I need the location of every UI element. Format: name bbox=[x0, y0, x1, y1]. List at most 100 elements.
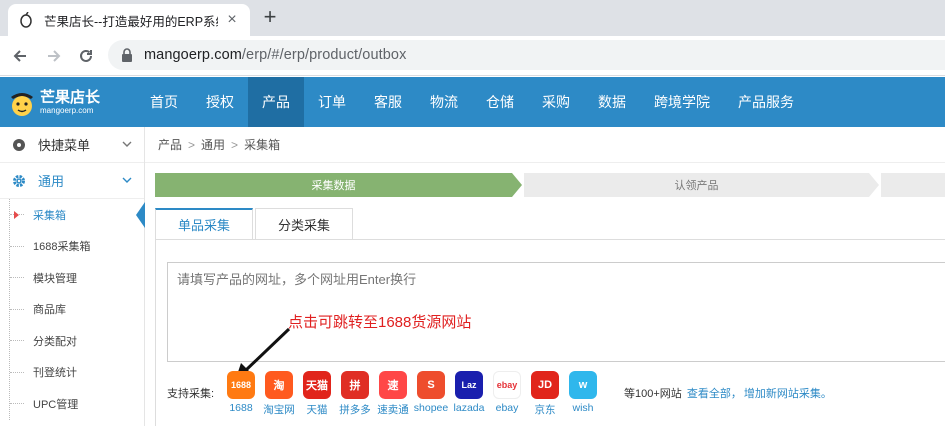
sidebar-item[interactable]: UPC管理 bbox=[0, 388, 144, 420]
淘宝网-logo-icon: 淘 bbox=[265, 371, 293, 399]
sidebar-item-label: 商品库 bbox=[33, 304, 66, 317]
mango-favicon-icon bbox=[18, 12, 34, 28]
source-site-wish[interactable]: w wish bbox=[564, 371, 602, 417]
source-site-京东[interactable]: JD 京东 bbox=[526, 371, 564, 417]
京东-logo-icon: JD bbox=[531, 371, 559, 399]
sidebar-item[interactable]: 商品库 bbox=[0, 294, 144, 326]
nav-item[interactable]: 采购 bbox=[528, 77, 584, 127]
source-site-淘宝网[interactable]: 淘淘宝网 bbox=[260, 371, 298, 417]
brand-domain: mangoerp.com bbox=[40, 105, 94, 115]
nav-item[interactable]: 物流 bbox=[416, 77, 472, 127]
wish-logo-icon: w bbox=[569, 371, 597, 399]
active-pointer-icon bbox=[136, 202, 145, 228]
forward-icon[interactable] bbox=[42, 44, 66, 68]
天猫-logo-icon: 天猫 bbox=[303, 371, 331, 399]
nav-item[interactable]: 仓储 bbox=[472, 77, 528, 127]
source-site-拼多多[interactable]: 拼拼多多 bbox=[336, 371, 374, 417]
disc-icon bbox=[13, 138, 25, 151]
source-site-速卖通[interactable]: 速速卖通 bbox=[374, 371, 412, 417]
add-new-site-link[interactable]: 增加新网站采集。 bbox=[744, 388, 832, 400]
sidebar-item[interactable]: 1688采集箱 bbox=[0, 231, 144, 263]
ebay-logo-icon: ebay bbox=[493, 371, 521, 399]
1688-logo-icon: 1688 bbox=[227, 371, 255, 399]
sidebar-group-quick-menu[interactable]: 快捷菜单 bbox=[0, 127, 144, 163]
reload-icon[interactable] bbox=[74, 44, 98, 68]
lazada-logo-icon: Laz bbox=[455, 371, 483, 399]
breadcrumb-separator: > bbox=[188, 137, 196, 152]
close-tab-icon[interactable]: × bbox=[224, 11, 240, 28]
app-header: 芒果店长 mangoerp.com 首页 授权 产品 订单 客服 物流 仓储 采购 数据 跨境学院产… bbox=[0, 77, 945, 127]
lock-icon bbox=[122, 48, 132, 62]
address-bar[interactable]: mangoerp.com/erp/#/erp/product/outbox bbox=[108, 40, 945, 70]
sidebar-item[interactable]: 模块管理 bbox=[0, 262, 144, 294]
step-collect-data: 采集数据 bbox=[155, 173, 512, 197]
sources-label: 支持采集: bbox=[167, 388, 215, 400]
progress-steps: 采集数据 认领产品 bbox=[155, 173, 945, 197]
gear-icon bbox=[13, 174, 25, 187]
source-site-ebay[interactable]: ebay ebay bbox=[488, 371, 526, 417]
sidebar: 快捷菜单 通用 采集箱 1688采集箱 模块管理商品库分类配对刊登统计 UPC管理 bbox=[0, 127, 145, 426]
tab-single-collect[interactable]: 单品采集 bbox=[155, 208, 254, 239]
mango-mascot-icon bbox=[11, 93, 33, 116]
browser-tab-title: 芒果店长--打造最好用的ERP系统 bbox=[44, 14, 218, 29]
breadcrumb-item[interactable]: 产品 bbox=[158, 136, 182, 153]
step-arrow bbox=[869, 173, 879, 197]
sidebar-group-general[interactable]: 通用 bbox=[0, 163, 144, 199]
step-next bbox=[881, 173, 945, 197]
tab-category-collect[interactable]: 分类采集 bbox=[255, 208, 354, 239]
back-icon[interactable] bbox=[8, 44, 32, 68]
sidebar-items: 采集箱 1688采集箱 模块管理商品库分类配对刊登统计 UPC管理 bbox=[0, 199, 145, 420]
browser-tabstrip: 芒果店长--打造最好用的ERP系统 × + bbox=[0, 0, 945, 36]
main-nav: 首页 授权 产品 订单 客服 物流 仓储 采购 数据 跨境学院 产品服务 bbox=[136, 77, 808, 127]
browser-tab[interactable]: 芒果店长--打造最好用的ERP系统 × bbox=[8, 4, 250, 36]
breadcrumb-item[interactable]: 通用 bbox=[201, 136, 225, 153]
brand-name: 芒果店长 bbox=[40, 88, 101, 106]
source-site-lazada[interactable]: Laz lazada bbox=[450, 371, 488, 417]
chevron-down-icon bbox=[122, 177, 132, 183]
new-tab-icon[interactable]: + bbox=[258, 4, 282, 29]
nav-item[interactable]: 跨境学院 bbox=[640, 77, 724, 127]
速卖通-logo-icon: 速 bbox=[379, 371, 407, 399]
source-site-label: 京东 bbox=[534, 404, 556, 416]
nav-item[interactable]: 首页 bbox=[136, 77, 192, 127]
sidebar-item-label: 采集箱 bbox=[33, 209, 66, 222]
sidebar-item-label: 分类配对 bbox=[33, 335, 77, 348]
breadcrumb: 产品 > 通用 > 采集箱 bbox=[145, 127, 945, 163]
main-content: 产品 > 通用 > 采集箱 采集数据 认领产品 单品采集 分类采集 点击可跳转至1688… bbox=[145, 127, 945, 426]
sources-count-text: 等100+网站 bbox=[624, 388, 682, 400]
sidebar-item[interactable]: 刊登统计 bbox=[0, 357, 144, 389]
breadcrumb-item[interactable]: 采集箱 bbox=[244, 136, 280, 153]
sidebar-group-label: 快捷菜单 bbox=[38, 138, 91, 153]
nav-item[interactable]: 数据 bbox=[584, 77, 640, 127]
nav-item[interactable]: 订单 bbox=[304, 77, 360, 127]
source-site-label: 淘宝网 bbox=[263, 404, 295, 416]
nav-item[interactable]: 产品 bbox=[248, 77, 304, 127]
拼多多-logo-icon: 拼 bbox=[341, 371, 369, 399]
source-site-1688[interactable]: 1688 1688 bbox=[222, 371, 260, 417]
nav-item[interactable]: 授权 bbox=[192, 77, 248, 127]
url-text: mangoerp.com/erp/#/erp/product/outbox bbox=[144, 47, 406, 63]
sidebar-item[interactable]: 采集箱 bbox=[0, 199, 145, 231]
nav-item[interactable]: 产品服务 bbox=[724, 77, 808, 127]
sidebar-item-label: 模块管理 bbox=[33, 272, 77, 285]
source-sites: 1688 1688 淘淘宝网 天猫 天猫拼拼多多速速卖通 Sshopee Laz lazada… bbox=[222, 371, 602, 417]
shopee-logo-icon: S bbox=[417, 371, 445, 399]
annotation-text: 点击可跳转至1688货源网站 bbox=[288, 314, 472, 331]
source-site-label: 拼多多 bbox=[339, 404, 371, 416]
nav-item[interactable]: 客服 bbox=[360, 77, 416, 127]
sidebar-item-label: 1688采集箱 bbox=[33, 241, 91, 254]
breadcrumb-separator: > bbox=[231, 137, 239, 152]
source-site-label: ebay bbox=[495, 402, 519, 414]
sidebar-item[interactable]: 分类配对 bbox=[0, 325, 144, 357]
step-claim-product: 认领产品 bbox=[524, 173, 869, 197]
sidebar-group-label: 通用 bbox=[38, 174, 65, 189]
active-marker-icon bbox=[14, 211, 19, 219]
source-site-天猫[interactable]: 天猫 天猫 bbox=[298, 371, 336, 417]
collect-tabs: 单品采集 分类采集 bbox=[155, 208, 355, 239]
source-site-shopee[interactable]: Sshopee bbox=[412, 371, 450, 417]
view-all-link[interactable]: 查看全部， bbox=[687, 388, 742, 400]
source-site-label: 天猫 bbox=[306, 404, 328, 416]
url-domain: mangoerp.com bbox=[144, 47, 242, 63]
sidebar-item-label: UPC管理 bbox=[33, 398, 79, 411]
brand-logo[interactable]: 芒果店长 mangoerp.com bbox=[8, 82, 133, 122]
